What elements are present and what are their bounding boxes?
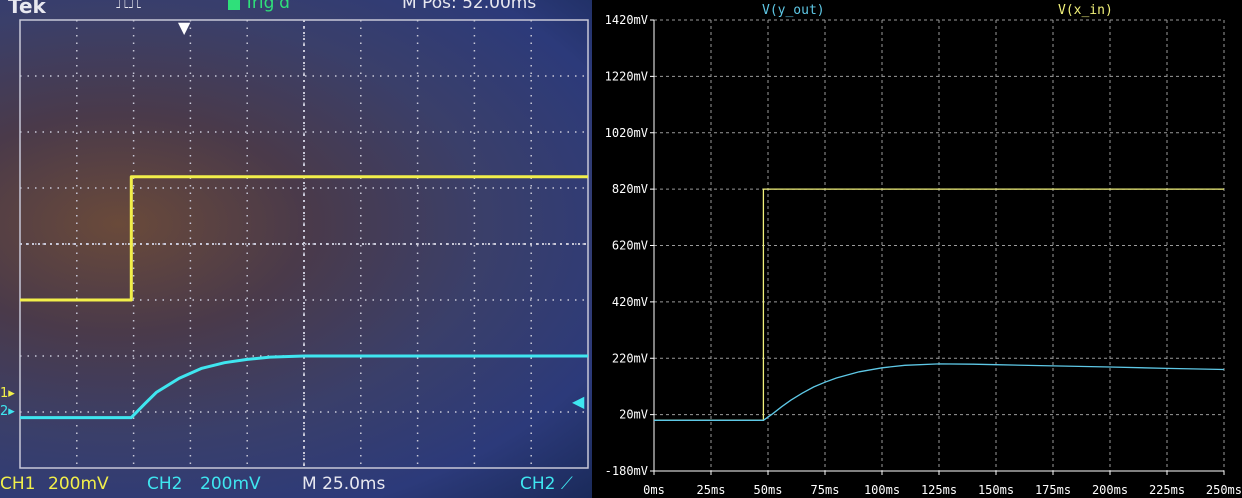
sim-y-tick-label: 420mV: [612, 295, 648, 309]
sim-x-tick-label: 0ms: [643, 483, 665, 497]
trig-status-box: [228, 0, 240, 10]
sim-x-tick-label: 50ms: [754, 483, 783, 497]
trigger-position-marker-icon: ▼: [178, 18, 191, 37]
sim-x-tick-label: 200ms: [1092, 483, 1128, 497]
sim-x-tick-label: 125ms: [921, 483, 957, 497]
sim-y-tick-label: 1220mV: [605, 69, 648, 83]
scope-brand: Tek: [8, 0, 46, 18]
ch1-label: CH1: [0, 474, 36, 494]
trig-status-label: Trig'd: [244, 0, 290, 13]
ch1-scale: 200mV: [48, 474, 109, 494]
oscilloscope-screen-photo: Tek ⎍⎍ Trig'd M Pos: 52.00ms ▼ 1▸ 2▸ ◀ C…: [0, 0, 592, 498]
sim-x-tick-label: 175ms: [1035, 483, 1071, 497]
simulation-chart: -180mV 20mV 220mV 420mV 620mV 820mV 1020mV 1220…: [605, 3, 1242, 497]
ch2-scale: 200mV: [200, 474, 261, 494]
trig-status: Trig'd: [228, 0, 290, 13]
sim-x-tick-label: 150ms: [978, 483, 1014, 497]
m-pos-readout: M Pos: 52.00ms: [402, 0, 537, 13]
sim-y-tick-label: 1020mV: [605, 126, 648, 140]
sim-x-tick-label: 25ms: [697, 483, 726, 497]
trigger-shape-icon: ⎍⎍: [116, 0, 142, 13]
sim-x-tick-label: 250ms: [1206, 483, 1242, 497]
sim-x-tick-label: 225ms: [1149, 483, 1185, 497]
sim-y-tick-label: 620mV: [612, 239, 648, 253]
sim-legend-entry: V(y_out): [762, 3, 825, 18]
ch1-marker-label: 1: [0, 386, 9, 401]
trigger-level-marker-icon: ◀: [572, 392, 585, 411]
sim-y-tick-label: 1420mV: [605, 13, 648, 27]
trigger-source-label: CH2: [520, 474, 556, 494]
ch2-marker-label: 2: [0, 404, 9, 419]
ch1-ground-marker: 1▸: [0, 386, 15, 401]
timebase-readout: M 25.0ms: [302, 474, 386, 494]
rising-edge-icon: ⟋: [560, 474, 573, 494]
sim-legend-entry: V(x_in): [1058, 3, 1113, 18]
ch2-label: CH2: [147, 474, 183, 494]
scope-plot: [19, 19, 589, 469]
simulation-plot-panel: -180mV 20mV 220mV 420mV 620mV 820mV 1020mV 1220…: [592, 0, 1242, 498]
trigger-source: CH2 ⟋: [520, 474, 573, 494]
sim-y-tick-label: 220mV: [612, 351, 648, 365]
sim-y-tick-label: 820mV: [612, 182, 648, 196]
sim-y-tick-label: 20mV: [619, 408, 648, 422]
sim-x-tick-label: 75ms: [811, 483, 840, 497]
sim-y-tick-label: -180mV: [605, 464, 648, 478]
sim-x-tick-label: 100ms: [864, 483, 900, 497]
ch2-ground-marker: 2▸: [0, 404, 15, 419]
